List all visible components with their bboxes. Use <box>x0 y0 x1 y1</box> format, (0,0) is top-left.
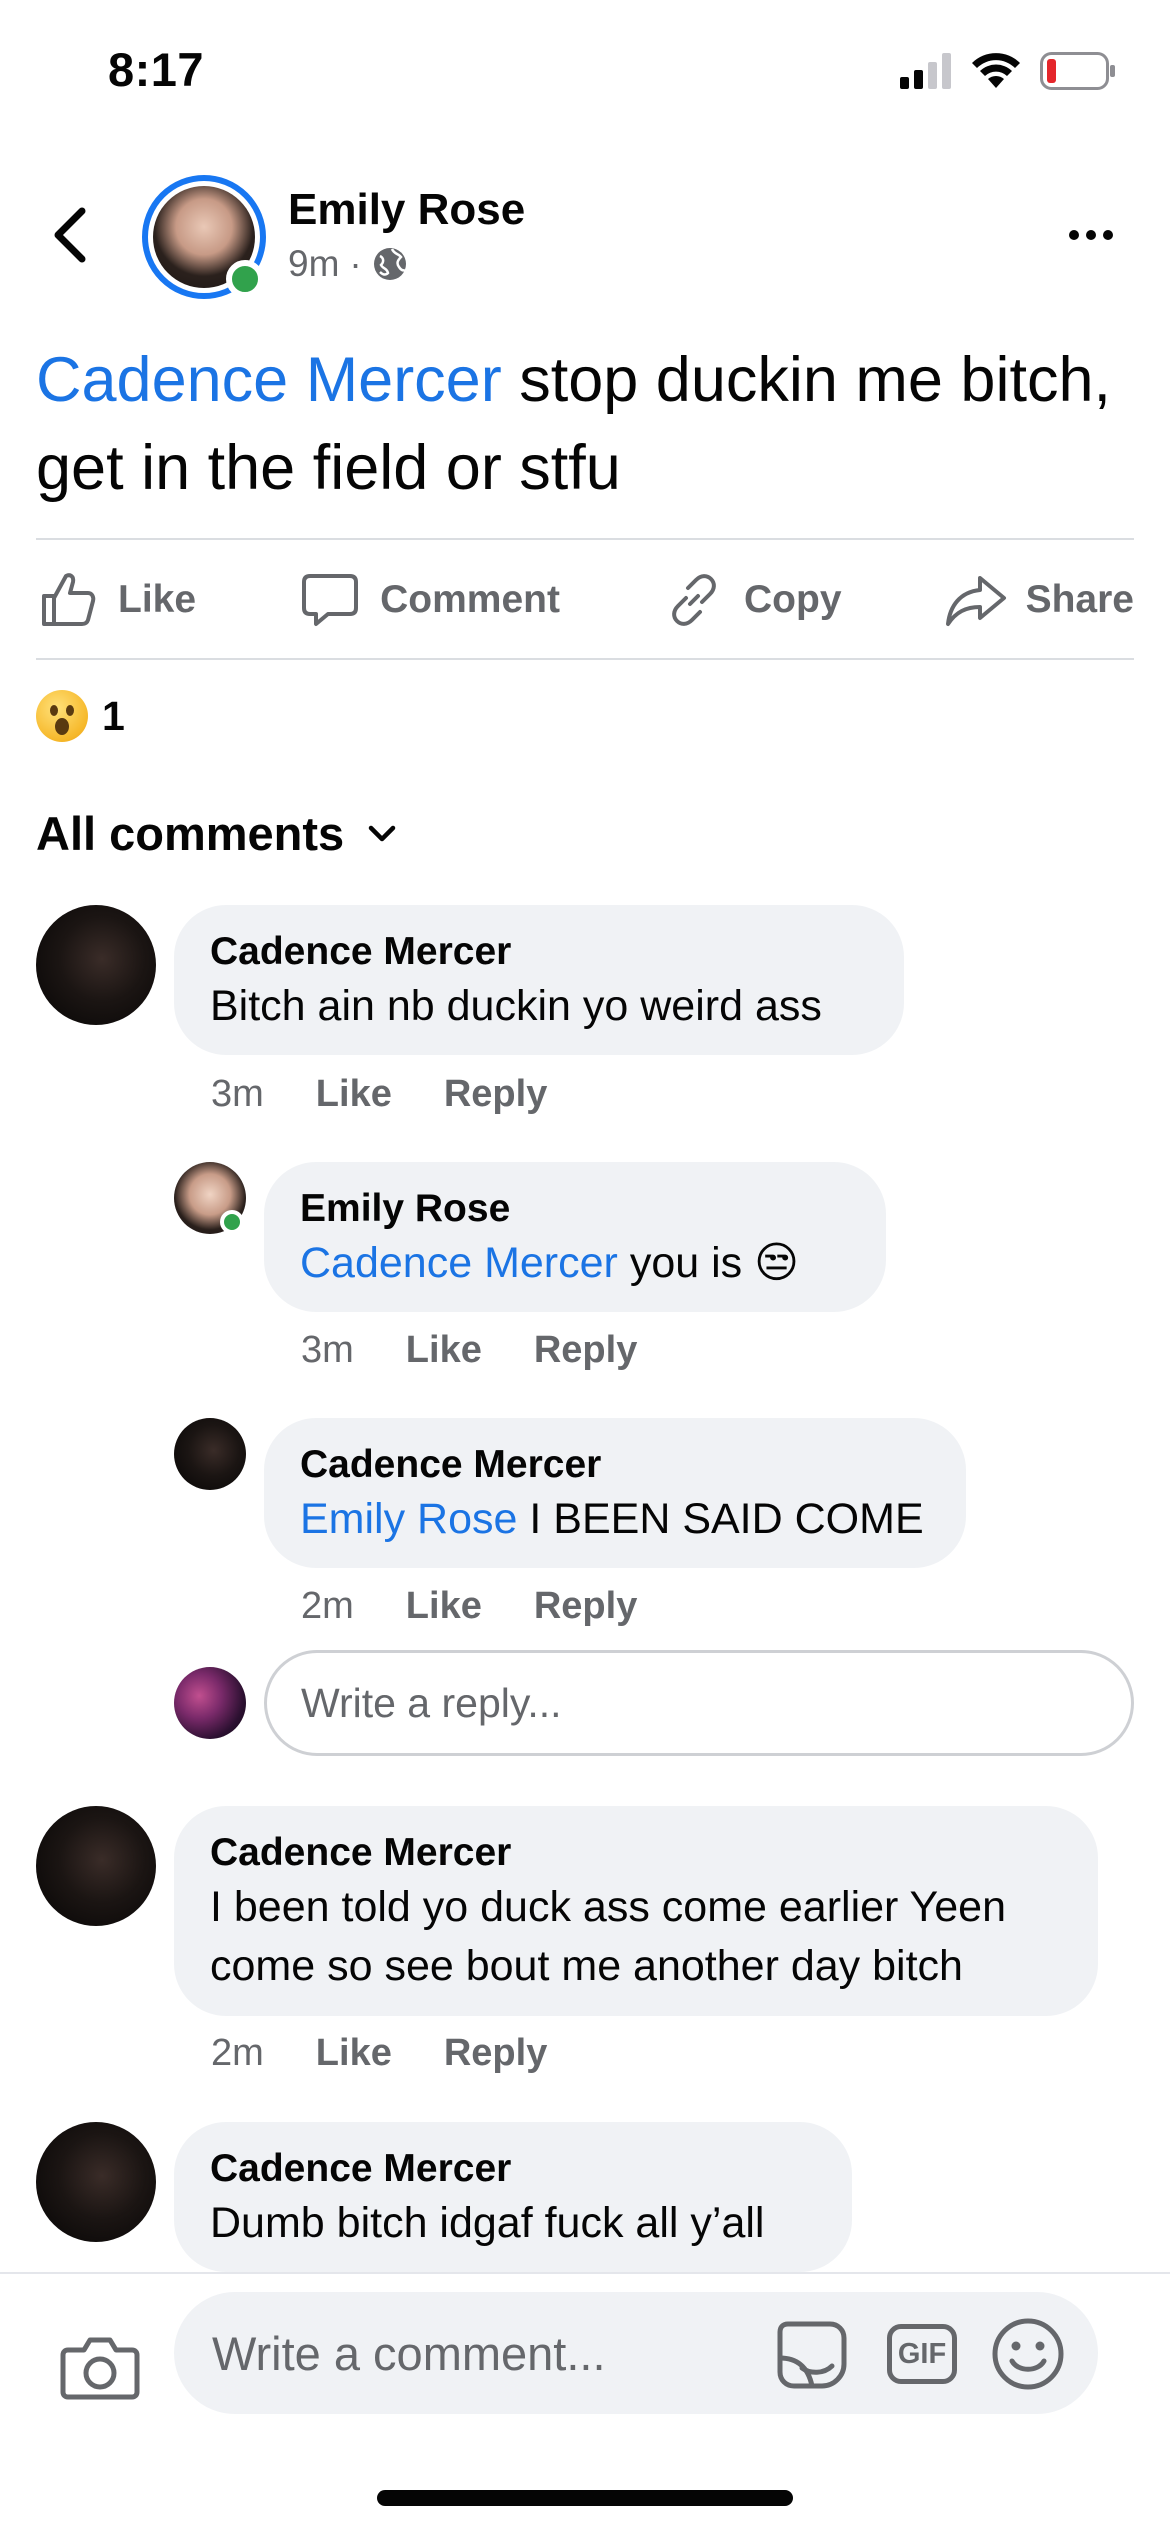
sticker-icon[interactable] <box>772 2314 852 2394</box>
post-time[interactable]: 9m <box>288 243 339 285</box>
reply-mention[interactable]: Emily Rose <box>300 1495 517 1543</box>
reply-reply-button[interactable]: Reply <box>534 1585 637 1628</box>
comment-reply-button[interactable]: Reply <box>444 1073 547 1116</box>
status-time: 8:17 <box>108 43 205 96</box>
status-bar: 8:17 <box>0 0 1170 150</box>
commenter-name[interactable]: Cadence Mercer <box>210 927 868 977</box>
reply-mention[interactable]: Cadence Mercer <box>300 1239 618 1287</box>
like-label: Like <box>118 578 197 621</box>
post-actions: Like Comment Copy Share <box>36 545 1134 655</box>
commenter-avatar[interactable] <box>36 2122 156 2242</box>
reply-text: Emily Rose I BEEN SAID COME <box>300 1490 930 1549</box>
reaction-count: 1 <box>102 692 125 739</box>
more-dot-icon <box>1086 230 1096 240</box>
comment-like-button[interactable]: Like <box>316 2032 392 2075</box>
commenter-name[interactable]: Cadence Mercer <box>210 1828 1062 1878</box>
cellular-signal-icon <box>900 53 951 89</box>
reply-avatar[interactable] <box>174 1418 246 1490</box>
reply-input[interactable]: Write a reply... <box>264 1650 1134 1756</box>
like-button[interactable]: Like <box>36 568 196 632</box>
reply-like-button[interactable]: Like <box>406 1329 482 1372</box>
battery-icon <box>1040 52 1115 90</box>
reply-meta: 2m Like Reply <box>301 1585 637 1628</box>
copy-label: Copy <box>744 578 842 621</box>
back-button[interactable] <box>40 200 100 270</box>
comment-text: Dumb bitch idgaf fuck all y’all <box>210 2199 765 2247</box>
reply-author-name[interactable]: Emily Rose <box>300 1184 850 1234</box>
post-text: Cadence Mercer stop duckin me bitch, get… <box>36 336 1136 512</box>
reply-bubble: Emily Rose Cadence Mercer you is 😒 <box>264 1162 886 1312</box>
comment-bubble-icon <box>302 574 359 626</box>
comment-text: I been told yo duck ass come earlier Yee… <box>210 1883 1007 1990</box>
divider <box>36 538 1134 540</box>
gif-label: GIF <box>887 2324 957 2384</box>
reply-reply-button[interactable]: Reply <box>534 1329 637 1372</box>
reply-body: I BEEN SAID COME <box>517 1495 924 1543</box>
home-indicator[interactable] <box>377 2490 793 2506</box>
reply-author-name[interactable]: Cadence Mercer <box>300 1440 930 1490</box>
share-arrow-icon <box>945 576 1006 626</box>
comment-text: Bitch ain nb duckin yo weird ass <box>210 982 822 1030</box>
comment-bubble: Cadence Mercer Bitch ain nb duckin yo we… <box>174 905 904 1055</box>
more-dot-icon <box>1103 230 1113 240</box>
chevron-left-icon <box>54 207 86 263</box>
post-mention[interactable]: Cadence Mercer <box>36 345 502 415</box>
meta-separator: · <box>349 243 362 284</box>
online-status-dot <box>220 1210 244 1234</box>
copy-button[interactable]: Copy <box>662 568 842 632</box>
camera-icon <box>60 2337 140 2400</box>
reply-like-button[interactable]: Like <box>406 1585 482 1628</box>
more-dot-icon <box>1069 230 1079 240</box>
commenter-avatar[interactable] <box>36 1806 156 1926</box>
comment-composer: Write a comment... GIF <box>0 2272 1170 2532</box>
comment-like-button[interactable]: Like <box>316 1073 392 1116</box>
comment-bubble: Cadence Mercer Dumb bitch idgaf fuck all… <box>174 2122 852 2272</box>
online-status-dot <box>226 260 264 298</box>
reply-time: 3m <box>301 1329 354 1371</box>
comment-button[interactable]: Comment <box>298 568 560 632</box>
comment-meta: 2m Like Reply <box>211 2032 547 2075</box>
comment-reply-button[interactable]: Reply <box>444 2032 547 2075</box>
wifi-icon <box>972 53 1020 88</box>
comment-meta: 3m Like Reply <box>211 1073 547 1116</box>
reply-meta: 3m Like Reply <box>301 1329 637 1372</box>
reply-text: Cadence Mercer you is 😒 <box>300 1234 850 1293</box>
emoji-icon[interactable] <box>988 2314 1068 2394</box>
comments-filter-dropdown[interactable]: All comments <box>36 806 396 861</box>
reactions-summary[interactable]: 1 <box>36 690 125 742</box>
reply-time: 2m <box>301 1585 354 1627</box>
reply-body: you is <box>617 1239 755 1287</box>
gif-button[interactable]: GIF <box>882 2314 962 2394</box>
commenter-avatar[interactable] <box>36 905 156 1025</box>
globe-icon <box>373 248 406 280</box>
link-icon <box>672 574 716 626</box>
status-icons <box>900 52 1116 90</box>
comment-label: Comment <box>380 578 560 621</box>
reply-bubble: Cadence Mercer Emily Rose I BEEN SAID CO… <box>264 1418 966 1568</box>
wow-reaction-icon <box>36 690 88 742</box>
comment-bubble: Cadence Mercer I been told yo duck ass c… <box>174 1806 1098 2016</box>
commenter-name[interactable]: Cadence Mercer <box>210 2144 816 2194</box>
chevron-down-icon <box>368 825 396 841</box>
divider <box>36 658 1134 660</box>
thumbs-up-icon <box>42 573 96 626</box>
comments-filter-label: All comments <box>36 807 345 860</box>
comment-time: 2m <box>211 2032 264 2074</box>
share-button[interactable]: Share <box>944 568 1134 632</box>
post-meta: 9m · <box>288 243 408 285</box>
current-user-avatar <box>174 1667 246 1739</box>
author-name[interactable]: Emily Rose <box>288 185 525 235</box>
more-options-button[interactable] <box>1056 215 1126 255</box>
comment-time: 3m <box>211 1073 264 1115</box>
camera-button[interactable] <box>58 2326 142 2410</box>
share-label: Share <box>1025 578 1134 621</box>
unamused-emoji-icon: 😒 <box>754 1239 799 1287</box>
